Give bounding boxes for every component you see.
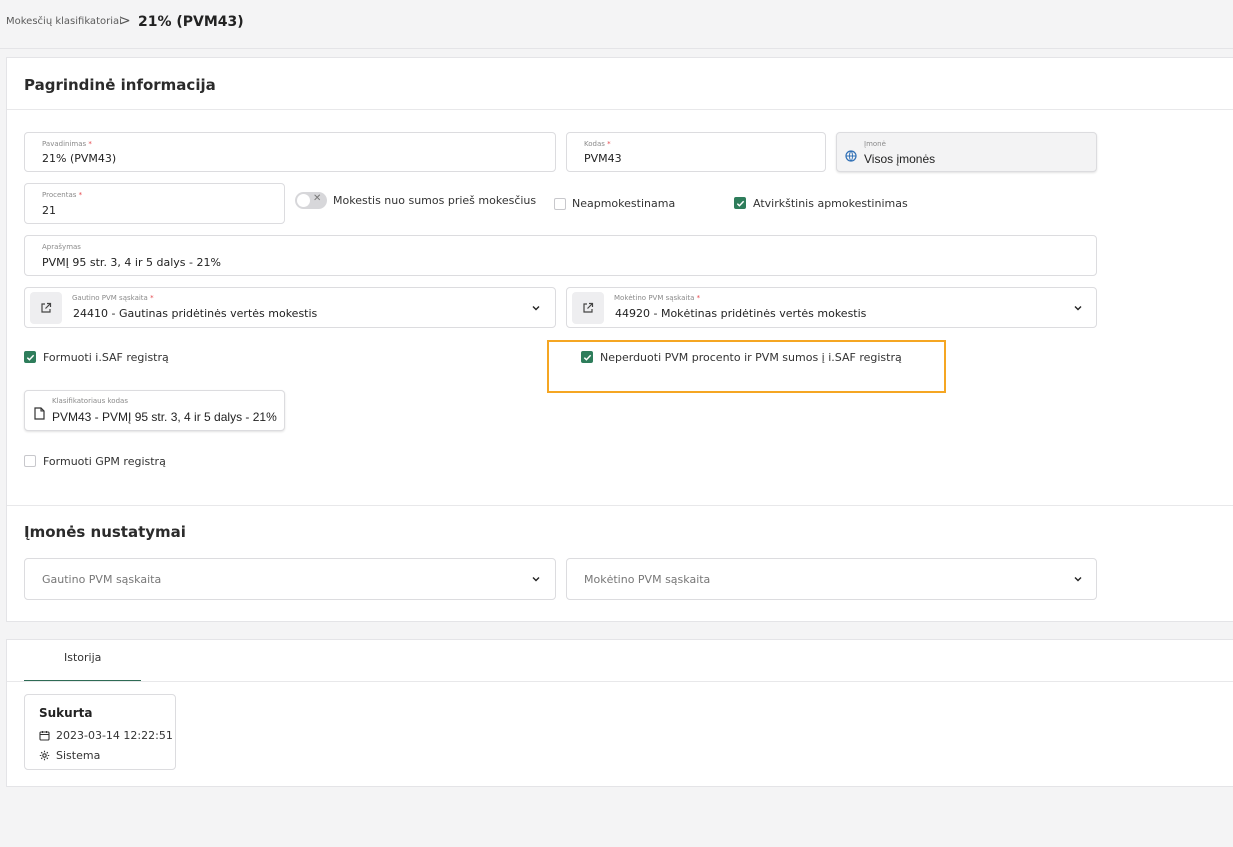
code-field[interactable]: Kodas * PVM43 bbox=[566, 132, 826, 172]
history-entry-datetime: 2023-03-14 12:22:51 bbox=[56, 729, 173, 742]
name-field[interactable]: Pavadinimas * 21% (PVM43) bbox=[24, 132, 556, 172]
breadcrumb: Mokesčių klasifikatoriai > 21% (PVM43) bbox=[0, 0, 1233, 49]
required-marker: * bbox=[696, 294, 701, 302]
receivable-account-label: Gautino PVM sąskaita bbox=[72, 294, 148, 302]
reverse-charge-checkbox-label: Atvirkštinis apmokestinimas bbox=[753, 197, 908, 210]
receivable-account-select[interactable]: Gautino PVM sąskaita * 24410 - Gautinas … bbox=[24, 287, 556, 328]
description-field-label: Aprašymas bbox=[42, 243, 81, 251]
gpm-checkbox[interactable] bbox=[24, 455, 36, 467]
close-icon: ✕ bbox=[313, 193, 322, 204]
receivable-account-value: 24410 - Gautinas pridėtinės vertės mokes… bbox=[73, 307, 318, 320]
untaxed-checkbox-label: Neapmokestinama bbox=[572, 197, 676, 210]
payable-account-select[interactable]: Mokėtino PVM sąskaita * 44920 - Mokėtina… bbox=[566, 287, 1097, 328]
breadcrumb-parent-link[interactable]: Mokesčių klasifikatoriai bbox=[6, 16, 122, 27]
percent-field-label: Procentas bbox=[42, 191, 77, 199]
external-link-icon bbox=[583, 302, 594, 313]
history-card bbox=[6, 639, 1233, 787]
gear-icon bbox=[39, 750, 50, 761]
external-link-icon bbox=[41, 302, 52, 313]
no-transfer-checkbox[interactable] bbox=[581, 351, 593, 363]
gpm-checkbox-label: Formuoti GPM registrą bbox=[43, 455, 166, 468]
history-entry-title: Sukurta bbox=[39, 706, 93, 720]
chevron-down-icon[interactable] bbox=[531, 574, 541, 584]
company-receivable-placeholder: Gautino PVM sąskaita bbox=[42, 573, 162, 586]
tab-history[interactable]: Istorija bbox=[24, 640, 141, 682]
section-divider bbox=[7, 505, 1233, 506]
payable-account-value: 44920 - Mokėtinas pridėtinės vertės moke… bbox=[615, 307, 867, 320]
highlight-box bbox=[547, 340, 946, 393]
name-field-value: 21% (PVM43) bbox=[42, 152, 117, 165]
required-marker: * bbox=[607, 140, 611, 148]
check-icon bbox=[583, 354, 591, 361]
company-payable-placeholder: Mokėtino PVM sąskaita bbox=[584, 573, 711, 586]
reverse-charge-checkbox[interactable] bbox=[734, 197, 746, 209]
required-marker: * bbox=[150, 294, 154, 302]
history-entry-user: Sistema bbox=[56, 749, 101, 762]
external-link-button[interactable] bbox=[30, 292, 62, 324]
company-payable-select[interactable]: Mokėtino PVM sąskaita bbox=[566, 558, 1097, 600]
name-field-label: Pavadinimas bbox=[42, 140, 87, 148]
chevron-down-icon[interactable] bbox=[1073, 574, 1083, 584]
code-field-label: Kodas bbox=[584, 140, 605, 148]
untaxed-checkbox[interactable] bbox=[554, 198, 566, 210]
company-field-label: Įmonė bbox=[864, 140, 886, 148]
company-field-value: Visos įmonės bbox=[864, 152, 936, 166]
pre-tax-toggle-label: Mokestis nuo sumos prieš mokesčius bbox=[333, 194, 537, 207]
classifier-code-value: PVM43 - PVMĮ 95 str. 3, 4 ir 5 dalys - 2… bbox=[52, 410, 277, 424]
percent-field-value: 21 bbox=[42, 204, 56, 217]
section-title-main: Pagrindinė informacija bbox=[24, 76, 216, 94]
code-field-value: PVM43 bbox=[584, 152, 622, 165]
external-link-button[interactable] bbox=[572, 292, 604, 324]
classifier-code-field[interactable]: Klasifikatoriaus kodas PVM43 - PVMĮ 95 s… bbox=[24, 390, 285, 431]
pre-tax-toggle[interactable]: ✕ bbox=[295, 192, 327, 209]
isaf-checkbox[interactable] bbox=[24, 351, 36, 363]
toggle-knob bbox=[297, 194, 310, 207]
description-field[interactable]: Aprašymas PVMĮ 95 str. 3, 4 ir 5 dalys -… bbox=[24, 235, 1097, 276]
company-field[interactable]: Įmonė Visos įmonės bbox=[836, 132, 1097, 172]
classifier-code-label: Klasifikatoriaus kodas bbox=[52, 397, 128, 405]
no-transfer-checkbox-label: Neperduoti PVM procento ir PVM sumos į i… bbox=[600, 351, 902, 364]
page-title: 21% (PVM43) bbox=[138, 14, 244, 30]
globe-icon bbox=[845, 147, 857, 166]
check-icon bbox=[736, 200, 744, 207]
company-receivable-select[interactable]: Gautino PVM sąskaita bbox=[24, 558, 556, 600]
document-icon bbox=[34, 405, 45, 424]
isaf-checkbox-label: Formuoti i.SAF registrą bbox=[43, 351, 169, 364]
check-icon bbox=[26, 354, 34, 361]
calendar-icon bbox=[39, 731, 50, 741]
history-entry: Sukurta 2023-03-14 12:22:51 Sistema bbox=[24, 694, 176, 770]
description-field-value: PVMĮ 95 str. 3, 4 ir 5 dalys - 21% bbox=[42, 256, 221, 269]
percent-field[interactable]: Procentas * 21 bbox=[24, 183, 285, 224]
section-title-company: Įmonės nustatymai bbox=[24, 523, 186, 541]
tabs-divider bbox=[7, 681, 1233, 682]
section-divider bbox=[7, 109, 1233, 110]
payable-account-label: Mokėtino PVM sąskaita bbox=[614, 294, 695, 302]
required-marker: * bbox=[78, 191, 83, 199]
breadcrumb-separator: > bbox=[119, 13, 131, 29]
chevron-down-icon[interactable] bbox=[1073, 303, 1083, 313]
required-marker: * bbox=[88, 140, 92, 148]
chevron-down-icon[interactable] bbox=[531, 303, 541, 313]
tab-history-label: Istorija bbox=[64, 651, 102, 664]
